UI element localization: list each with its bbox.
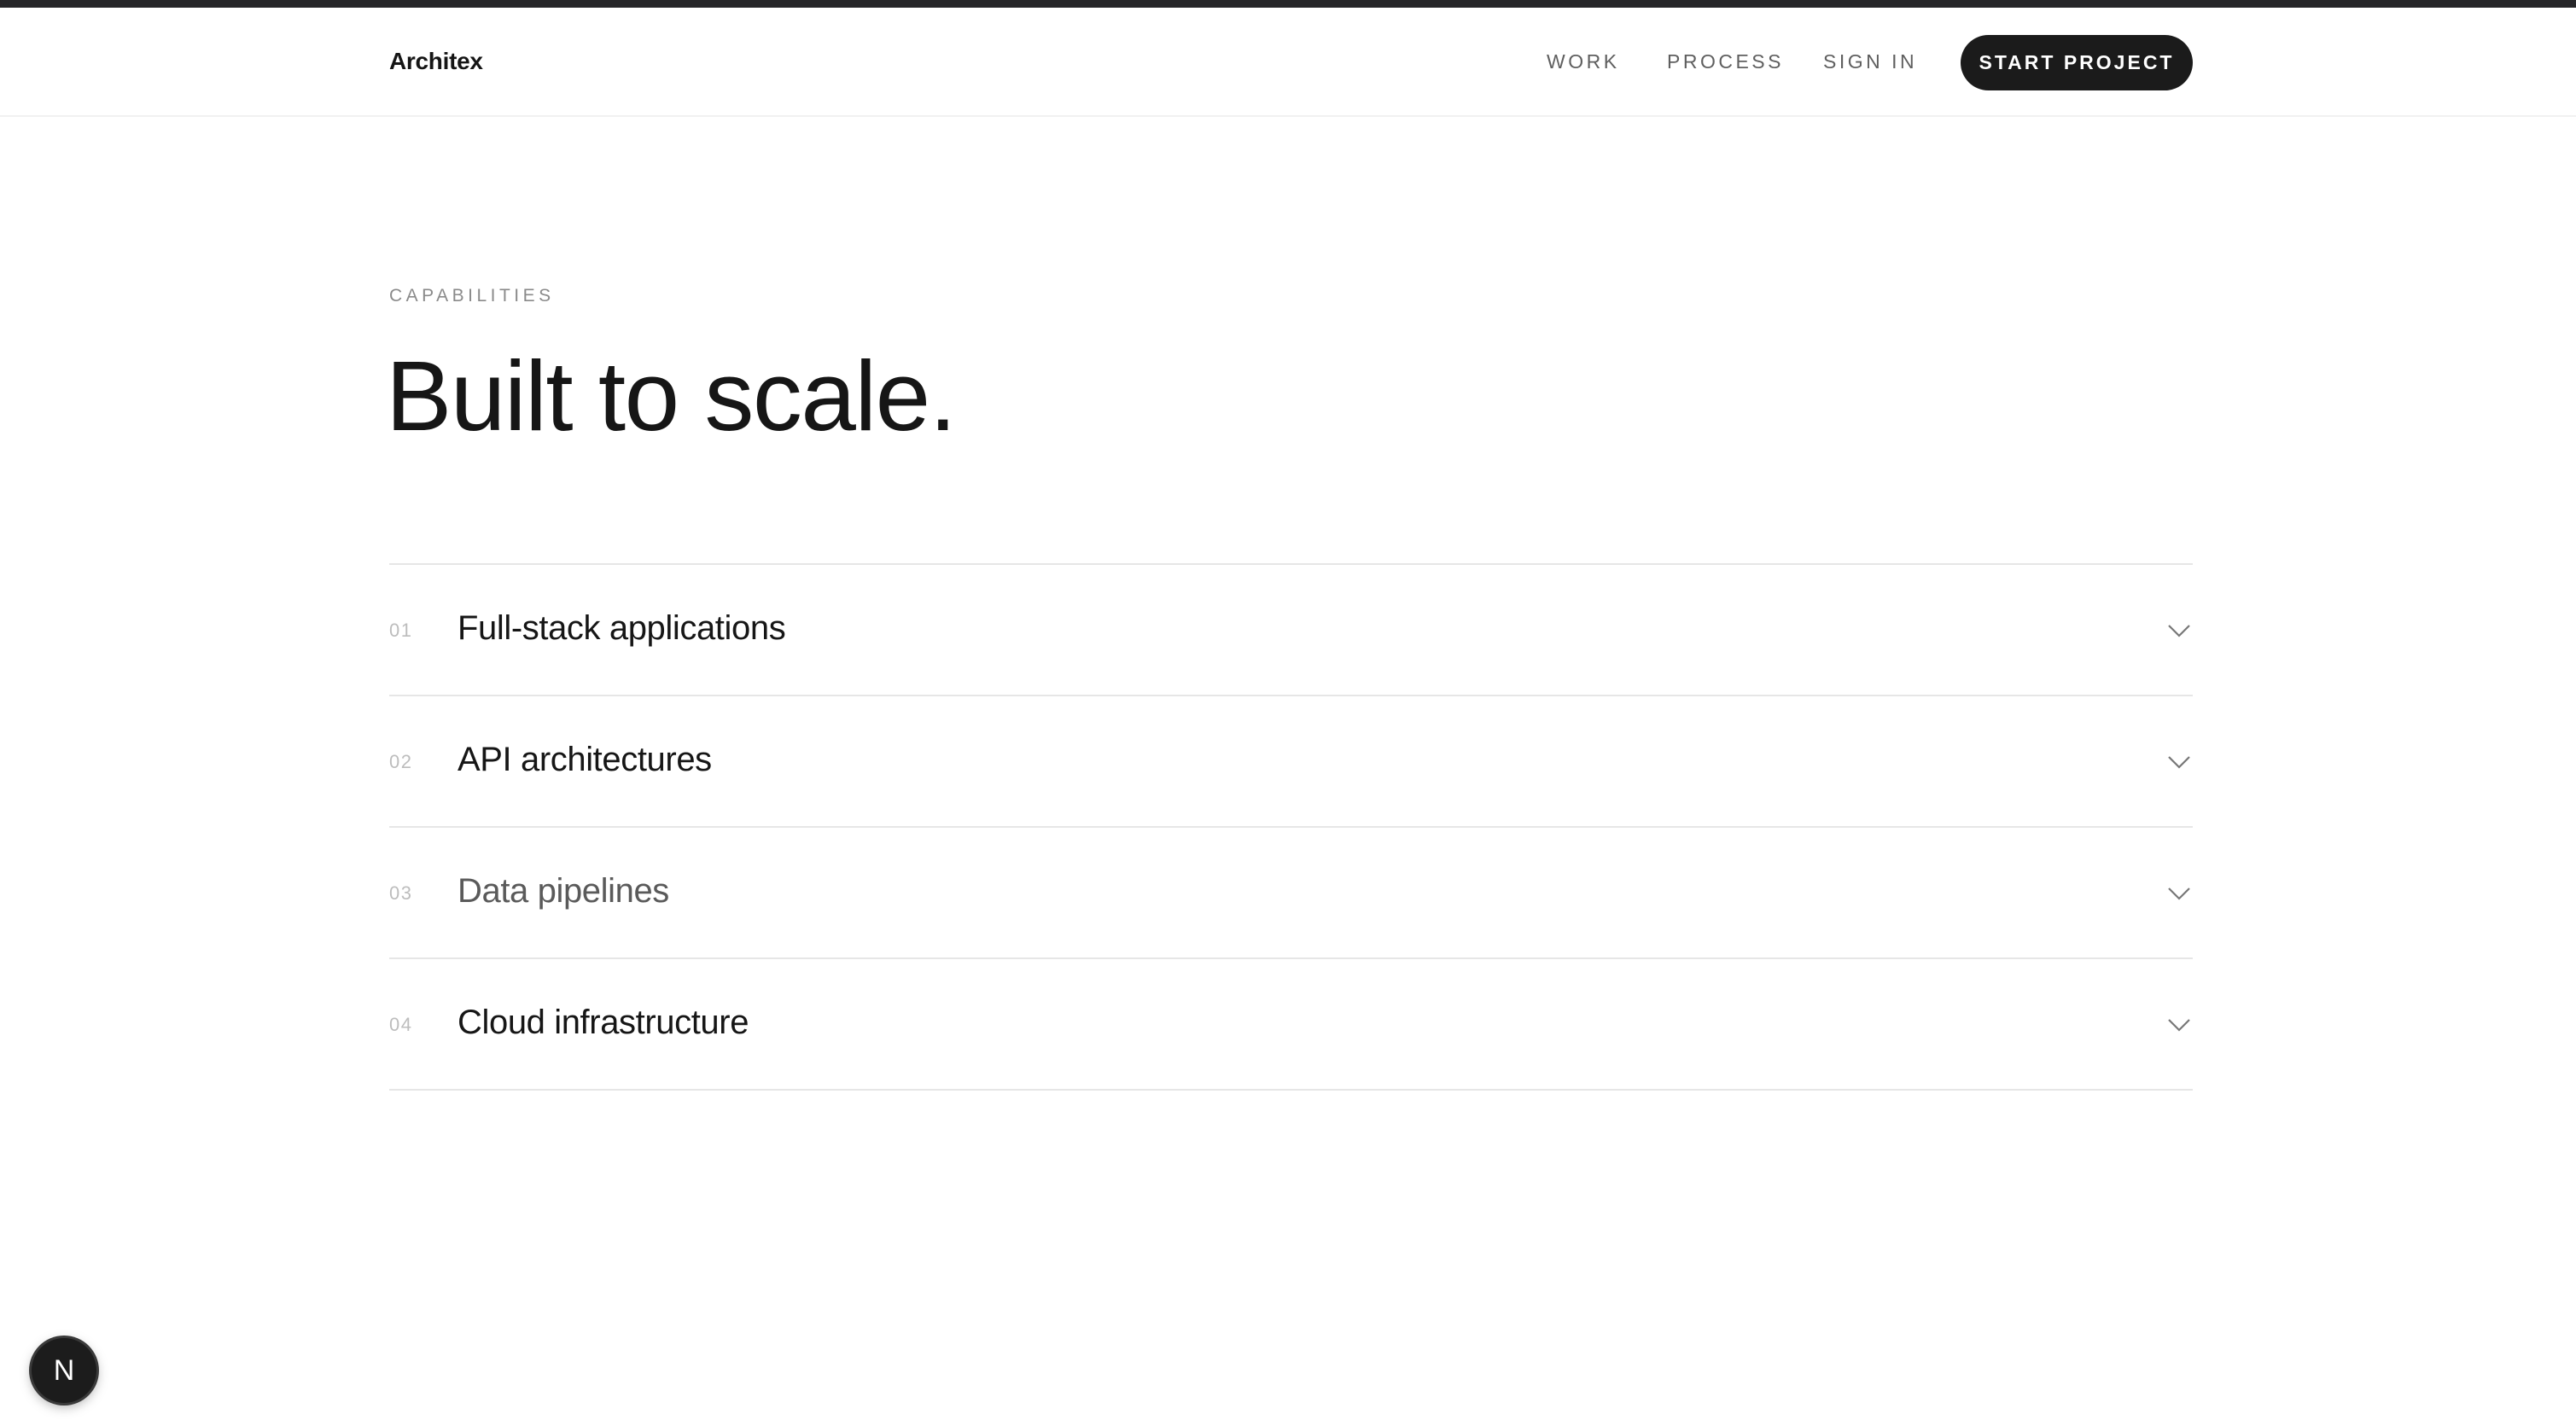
chevron-down-icon[interactable] <box>2165 748 2193 775</box>
brand-logo[interactable]: Architex <box>389 48 483 75</box>
accordion-item-number: 01 <box>389 620 413 641</box>
chevron-down-icon[interactable] <box>2165 1010 2193 1038</box>
nextjs-dev-tools-button[interactable]: N <box>32 1338 96 1403</box>
chevron-down-icon[interactable] <box>2165 616 2193 643</box>
accordion-item-number: 03 <box>389 882 413 904</box>
accordion-item-data-pipelines[interactable]: 03 Data pipelines <box>389 828 2193 959</box>
chevron-down-icon[interactable] <box>2165 879 2193 906</box>
nav-link-work[interactable]: WORK <box>1547 50 1620 73</box>
nav-link-process[interactable]: PROCESS <box>1667 50 1784 73</box>
accordion-item-title: Data pipelines <box>458 872 669 910</box>
accordion-item-number: 02 <box>389 751 413 772</box>
accordion-item-title: Cloud infrastructure <box>458 1004 749 1041</box>
site-header: Architex WORK PROCESS SIGN IN START PROJ… <box>0 8 2576 117</box>
top-accent-bar <box>0 0 2576 8</box>
accordion-item-title: Full-stack applications <box>458 609 786 647</box>
start-project-button[interactable]: START PROJECT <box>1961 35 2193 90</box>
nav-link-sign-in[interactable]: SIGN IN <box>1823 50 1917 73</box>
accordion-item-title: API architectures <box>458 741 712 778</box>
accordion-item-api[interactable]: 02 API architectures <box>389 696 2193 828</box>
accordion-item-number: 04 <box>389 1014 413 1035</box>
accordion-item-full-stack[interactable]: 01 Full-stack applications <box>389 565 2193 696</box>
accordion-item-cloud[interactable]: 04 Cloud infrastructure <box>389 959 2193 1091</box>
page-title: Built to scale. <box>386 340 957 451</box>
section-eyebrow: CAPABILITIES <box>389 286 555 306</box>
capabilities-accordion: 01 Full-stack applications 02 API archit… <box>389 563 2193 1091</box>
nextjs-logo-icon: N <box>53 1354 75 1387</box>
